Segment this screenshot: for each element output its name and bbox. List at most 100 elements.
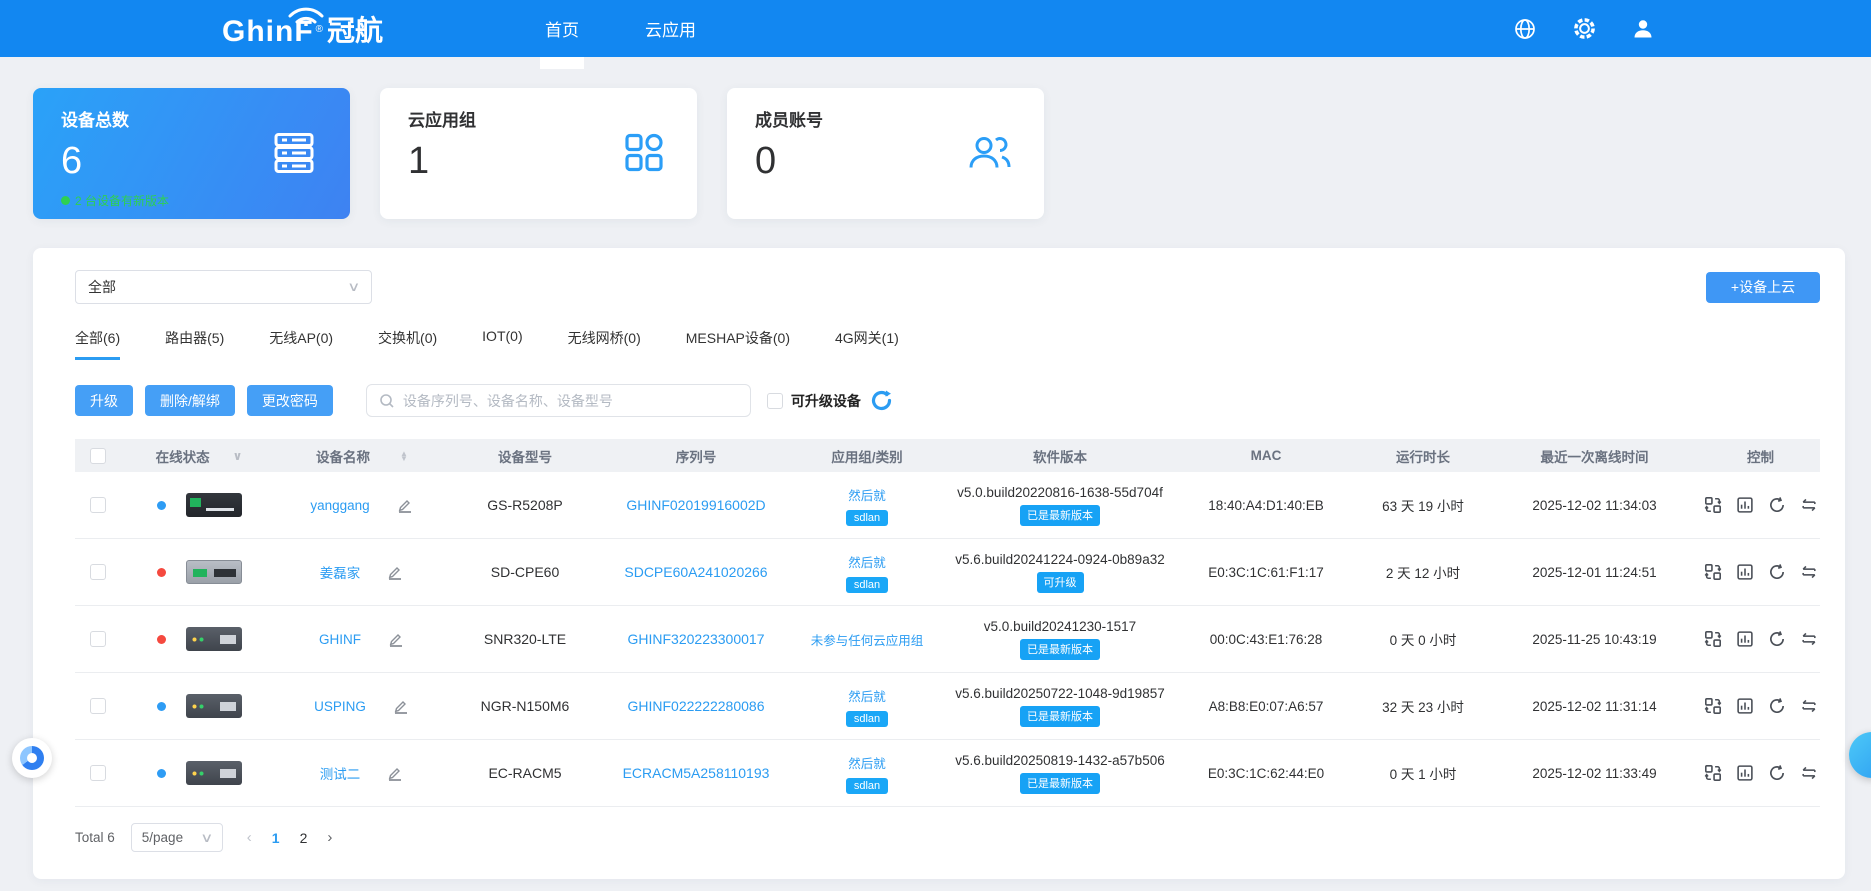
row-checkbox[interactable] bbox=[90, 564, 106, 580]
stat-card-member-accounts[interactable]: 成员账号 0 bbox=[727, 88, 1044, 219]
group-name[interactable]: 然后就 bbox=[848, 686, 886, 705]
edit-name-icon[interactable] bbox=[386, 764, 404, 782]
table-row[interactable]: 姜磊家 SD-CPE60 SDCPE60A241020266 然后就 sdlan… bbox=[75, 539, 1820, 606]
serial-number-link[interactable]: ECRACM5A258110193 bbox=[623, 765, 770, 781]
user-account-icon[interactable] bbox=[1630, 16, 1656, 42]
device-name-link[interactable]: 姜磊家 bbox=[320, 562, 361, 582]
floating-service-button-clipped[interactable] bbox=[1849, 732, 1871, 778]
group-tag: sdlan bbox=[846, 510, 888, 526]
language-globe-icon[interactable] bbox=[1512, 16, 1538, 42]
transfer-icon[interactable] bbox=[1799, 496, 1818, 515]
serial-number-link[interactable]: GHINF022222280086 bbox=[628, 698, 765, 714]
nav-tab-cloud-app[interactable]: 云应用 bbox=[645, 0, 696, 57]
header-online-status: 在线状态 bbox=[156, 446, 210, 466]
table-row[interactable]: USPING NGR-N150M6 GHINF022222280086 然后就 … bbox=[75, 673, 1820, 740]
statistics-icon[interactable] bbox=[1735, 496, 1754, 515]
device-name-link[interactable]: yanggang bbox=[310, 498, 369, 513]
last-offline-time: 2025-12-02 11:31:14 bbox=[1488, 699, 1701, 714]
group-name[interactable]: 然后就 bbox=[848, 753, 886, 772]
row-checkbox[interactable] bbox=[90, 765, 106, 781]
delete-unbind-button[interactable]: 删除/解绑 bbox=[145, 385, 235, 416]
tab-router[interactable]: 路由器(5) bbox=[165, 328, 224, 360]
version-badge: 已是最新版本 bbox=[1020, 639, 1100, 660]
tab-4g-gateway[interactable]: 4G网关(1) bbox=[835, 328, 899, 360]
reboot-icon[interactable] bbox=[1767, 630, 1786, 649]
serial-number-link[interactable]: SDCPE60A241020266 bbox=[624, 564, 767, 580]
table-footer: Total 6 5/page ∨ ‹ 1 2 › bbox=[75, 823, 1820, 852]
row-checkbox[interactable] bbox=[90, 698, 106, 714]
stat-card-cloud-app-groups[interactable]: 云应用组 1 bbox=[380, 88, 697, 219]
floating-assistant-button[interactable] bbox=[12, 738, 52, 778]
replace-device-icon[interactable] bbox=[1703, 697, 1722, 716]
page-button-1[interactable]: 1 bbox=[272, 830, 280, 846]
tab-switch[interactable]: 交换机(0) bbox=[378, 328, 437, 360]
group-name[interactable]: 未参与任何云应用组 bbox=[811, 630, 924, 649]
replace-device-icon[interactable] bbox=[1703, 563, 1722, 582]
device-name-link[interactable]: GHINF bbox=[319, 632, 361, 647]
device-image bbox=[186, 493, 242, 517]
uptime: 32 天 23 小时 bbox=[1358, 696, 1488, 716]
device-name-link[interactable]: 测试二 bbox=[320, 763, 361, 783]
replace-device-icon[interactable] bbox=[1703, 764, 1722, 783]
sort-icon[interactable]: ▲▼ bbox=[400, 451, 408, 461]
group-name[interactable]: 然后就 bbox=[848, 552, 886, 571]
edit-name-icon[interactable] bbox=[396, 496, 414, 514]
software-version: v5.6.build20250819-1432-a57b506 bbox=[955, 753, 1164, 768]
tab-meshap[interactable]: MESHAP设备(0) bbox=[686, 328, 790, 360]
transfer-icon[interactable] bbox=[1799, 764, 1818, 783]
reboot-icon[interactable] bbox=[1767, 496, 1786, 515]
reboot-icon[interactable] bbox=[1767, 697, 1786, 716]
transfer-icon[interactable] bbox=[1799, 697, 1818, 716]
device-search-input[interactable] bbox=[403, 393, 738, 409]
version-badge: 已是最新版本 bbox=[1020, 505, 1100, 526]
edit-name-icon[interactable] bbox=[392, 697, 410, 715]
replace-device-icon[interactable] bbox=[1703, 496, 1722, 515]
row-checkbox[interactable] bbox=[90, 631, 106, 647]
nav-tab-home[interactable]: 首页 bbox=[545, 0, 579, 57]
next-page-button[interactable]: › bbox=[327, 829, 332, 846]
table-row[interactable]: GHINF SNR320-LTE GHINF320223300017 未参与任何… bbox=[75, 606, 1820, 673]
filter-caret-icon[interactable]: ∨ bbox=[233, 449, 243, 463]
serial-number-link[interactable]: GHINF320223300017 bbox=[628, 631, 765, 647]
tab-iot[interactable]: IOT(0) bbox=[482, 328, 522, 360]
row-checkbox[interactable] bbox=[90, 497, 106, 513]
page-button-2[interactable]: 2 bbox=[300, 830, 308, 846]
page-size-value: 5/page bbox=[142, 830, 183, 845]
statistics-icon[interactable] bbox=[1735, 697, 1754, 716]
chevron-down-icon: ∨ bbox=[200, 830, 213, 846]
settings-gear-icon[interactable] bbox=[1571, 16, 1597, 42]
transfer-icon[interactable] bbox=[1799, 630, 1818, 649]
serial-number-link[interactable]: GHINF02019916002D bbox=[626, 497, 765, 513]
group-name[interactable]: 然后就 bbox=[848, 485, 886, 504]
tab-wireless-ap[interactable]: 无线AP(0) bbox=[269, 328, 333, 360]
table-header-row: 在线状态∨ 设备名称▲▼ 设备型号 序列号 应用组/类别 软件版本 MAC 运行… bbox=[75, 439, 1820, 472]
edit-name-icon[interactable] bbox=[387, 630, 405, 648]
edit-name-icon[interactable] bbox=[386, 563, 404, 581]
select-all-checkbox[interactable] bbox=[90, 448, 106, 464]
statistics-icon[interactable] bbox=[1735, 764, 1754, 783]
refresh-icon[interactable] bbox=[869, 388, 894, 413]
device-name-link[interactable]: USPING bbox=[314, 699, 366, 714]
add-device-to-cloud-button[interactable]: +设备上云 bbox=[1706, 272, 1820, 303]
last-offline-time: 2025-11-25 10:43:19 bbox=[1488, 632, 1701, 647]
statistics-icon[interactable] bbox=[1735, 563, 1754, 582]
change-password-button[interactable]: 更改密码 bbox=[247, 385, 333, 416]
category-dropdown[interactable]: 全部 ∨ bbox=[75, 270, 372, 304]
header-device-model: 设备型号 bbox=[446, 446, 604, 466]
page-size-select[interactable]: 5/page ∨ bbox=[131, 823, 223, 852]
device-list-panel: 全部 ∨ +设备上云 全部(6) 路由器(5) 无线AP(0) 交换机(0) I… bbox=[33, 248, 1845, 879]
reboot-icon[interactable] bbox=[1767, 764, 1786, 783]
tab-all[interactable]: 全部(6) bbox=[75, 328, 120, 360]
stat-card-total-devices[interactable]: 设备总数 6 2 台设备有新版本 bbox=[33, 88, 350, 219]
transfer-icon[interactable] bbox=[1799, 563, 1818, 582]
upgrade-button[interactable]: 升级 bbox=[75, 385, 133, 416]
prev-page-button[interactable]: ‹ bbox=[247, 829, 252, 846]
statistics-icon[interactable] bbox=[1735, 630, 1754, 649]
app-grid-icon bbox=[621, 129, 667, 178]
replace-device-icon[interactable] bbox=[1703, 630, 1722, 649]
tab-wireless-bridge[interactable]: 无线网桥(0) bbox=[568, 328, 641, 360]
reboot-icon[interactable] bbox=[1767, 563, 1786, 582]
upgradable-checkbox[interactable] bbox=[767, 393, 783, 409]
table-row[interactable]: 测试二 EC-RACM5 ECRACM5A258110193 然后就 sdlan… bbox=[75, 740, 1820, 807]
table-row[interactable]: yanggang GS-R5208P GHINF02019916002D 然后就… bbox=[75, 472, 1820, 539]
